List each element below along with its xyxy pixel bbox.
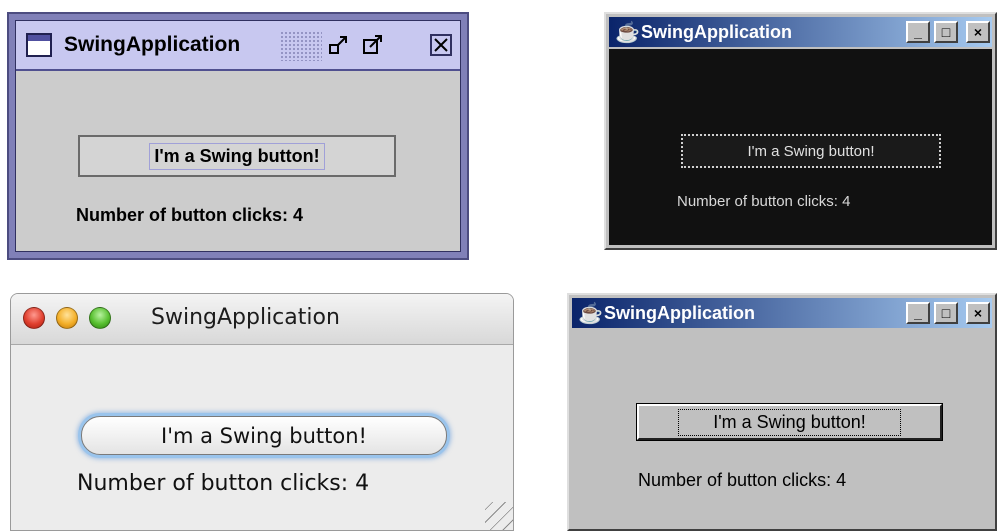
- swing-button-label: I'm a Swing button!: [678, 408, 901, 436]
- maximize-button[interactable]: □: [934, 21, 958, 43]
- window-title: SwingApplication: [641, 22, 792, 42]
- window-aqua: SwingApplication I'm a Swing button! Num…: [10, 293, 514, 531]
- content-pane: I'm a Swing button! Number of button cli…: [572, 330, 992, 529]
- content-pane: I'm a Swing button! Number of button cli…: [11, 345, 513, 530]
- maximize-icon[interactable]: [362, 34, 384, 56]
- swing-button[interactable]: I'm a Swing button!: [636, 403, 943, 441]
- maximize-button[interactable]: □: [934, 302, 958, 324]
- window-cde: SwingApplication I'm a Swing button! Num…: [7, 12, 469, 260]
- window-title: SwingApplication: [64, 33, 241, 56]
- close-icon[interactable]: [23, 307, 45, 329]
- swing-button[interactable]: I'm a Swing button!: [681, 134, 941, 168]
- swing-button[interactable]: I'm a Swing button!: [78, 135, 396, 177]
- swing-button[interactable]: I'm a Swing button!: [81, 416, 447, 455]
- window-menu-icon[interactable]: [26, 33, 52, 57]
- window-title: SwingApplication: [604, 303, 755, 323]
- click-count-label: Number of button clicks: 4: [76, 205, 304, 225]
- close-icon[interactable]: [430, 34, 452, 56]
- click-count-label: Number of button clicks: 4: [77, 471, 370, 496]
- click-count-label: Number of button clicks: 4: [677, 193, 851, 210]
- close-button[interactable]: ×: [966, 21, 990, 43]
- minimize-icon[interactable]: [56, 307, 78, 329]
- window-windows-dark: ☕ SwingApplication _ □ × I'm a Swing but…: [604, 12, 997, 250]
- minimize-button[interactable]: _: [906, 21, 930, 43]
- java-coffee-icon[interactable]: ☕: [578, 301, 603, 326]
- resize-grip-icon[interactable]: [485, 502, 513, 530]
- title-bar[interactable]: SwingApplication: [11, 294, 513, 345]
- window-title: SwingApplication: [151, 305, 340, 330]
- content-pane: I'm a Swing button! Number of button cli…: [609, 49, 992, 245]
- title-bar-grip: [280, 31, 322, 61]
- minimize-button[interactable]: _: [906, 302, 930, 324]
- title-bar[interactable]: ☕ SwingApplication _ □ ×: [572, 298, 992, 328]
- swing-button-label: I'm a Swing button!: [161, 423, 367, 448]
- close-button[interactable]: ×: [966, 302, 990, 324]
- java-coffee-icon[interactable]: ☕: [615, 20, 640, 45]
- swing-button-label: I'm a Swing button!: [149, 142, 325, 170]
- title-bar[interactable]: SwingApplication: [16, 21, 460, 71]
- title-bar[interactable]: ☕ SwingApplication _ □ ×: [609, 17, 992, 47]
- window-frame: SwingApplication I'm a Swing button! Num…: [15, 20, 461, 252]
- zoom-icon[interactable]: [89, 307, 111, 329]
- content-pane: I'm a Swing button! Number of button cli…: [16, 71, 460, 251]
- click-count-label: Number of button clicks: 4: [638, 470, 847, 490]
- minimize-icon[interactable]: [328, 34, 350, 56]
- window-windows-classic: ☕ SwingApplication _ □ × I'm a Swing but…: [567, 293, 997, 531]
- swing-button-label: I'm a Swing button!: [747, 142, 875, 160]
